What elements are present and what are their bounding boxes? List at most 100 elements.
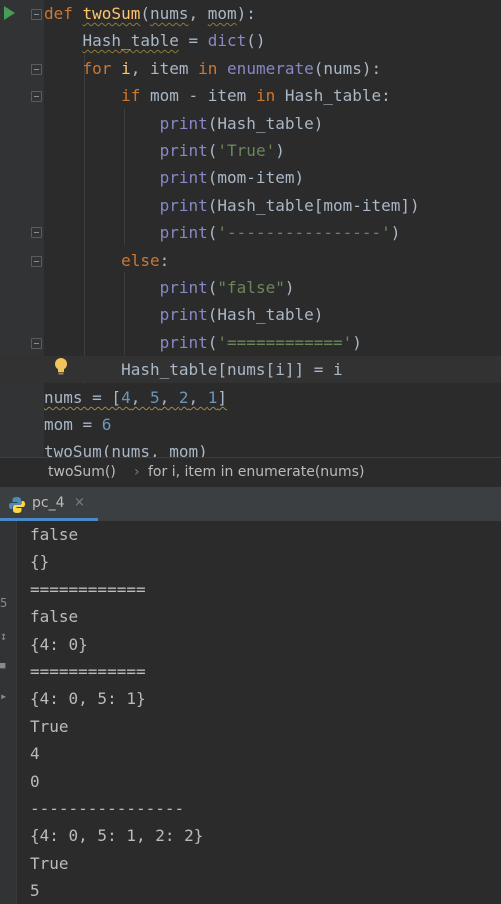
code-line-text: print('True') bbox=[44, 137, 285, 164]
console-line: True bbox=[30, 854, 69, 873]
code-token: 4 bbox=[121, 388, 131, 407]
code-line-text: mom = 6 bbox=[44, 411, 111, 438]
code-token: : bbox=[159, 251, 170, 270]
code-line[interactable]: for i, item in enumerate(nums): bbox=[0, 55, 501, 82]
code-line[interactable]: else: bbox=[0, 247, 501, 274]
code-token: print bbox=[159, 196, 208, 215]
code-line[interactable]: nums = [4, 5, 2, 1] bbox=[0, 384, 501, 411]
code-token: (mom-item) bbox=[207, 168, 305, 187]
console-output[interactable]: 5 ↕ ■ ▸ false {} ============ false {4: 0} ==… bbox=[0, 521, 501, 904]
code-editor[interactable]: def twoSum(nums, mom): Hash_table = dict… bbox=[0, 0, 501, 457]
code-token: Hash_table bbox=[82, 31, 179, 50]
code-line[interactable]: print('----------------') bbox=[0, 219, 501, 246]
code-token: mom bbox=[207, 4, 237, 23]
console-line: {4: 0, 5: 1} bbox=[30, 689, 146, 708]
code-line[interactable]: print(Hash_table) bbox=[0, 110, 501, 137]
code-token: nums = [ bbox=[44, 388, 122, 407]
code-line[interactable]: print('True') bbox=[0, 137, 501, 164]
code-token: '----------------' bbox=[217, 223, 391, 242]
console-line: ============ bbox=[30, 580, 146, 599]
code-line[interactable]: print(Hash_table[mom-item]) bbox=[0, 192, 501, 219]
code-token: (Hash_table) bbox=[207, 114, 324, 133]
lightbulb-icon[interactable] bbox=[53, 357, 69, 375]
code-token: print bbox=[159, 278, 208, 297]
code-token: , bbox=[188, 388, 208, 407]
code-token: twoSum(nums, mom) bbox=[44, 442, 208, 457]
code-token: in bbox=[255, 86, 285, 105]
console-line: {4: 0} bbox=[30, 635, 88, 654]
console-line: 4 bbox=[30, 744, 40, 763]
code-token: for bbox=[82, 59, 122, 78]
console-line: {} bbox=[30, 552, 50, 571]
code-token: print bbox=[159, 305, 208, 324]
console-line: {4: 0, 5: 1, 2: 2} bbox=[30, 826, 204, 845]
breadcrumb: twoSum() › for i, item in enumerate(nums… bbox=[0, 457, 501, 488]
code-line-text: print(Hash_table) bbox=[44, 110, 324, 137]
code-token: print bbox=[159, 333, 208, 352]
code-line-text: print('----------------') bbox=[44, 219, 401, 246]
code-token: 1 bbox=[207, 388, 218, 407]
console-line: True bbox=[30, 717, 69, 736]
code-token: = bbox=[178, 31, 208, 50]
code-token: Hash_table[nums[ bbox=[121, 360, 276, 379]
code-token: in bbox=[198, 59, 228, 78]
code-line-text: for i, item in enumerate(nums): bbox=[44, 55, 382, 82]
code-token: else bbox=[121, 251, 160, 270]
console-gutter: 5 ↕ ■ ▸ bbox=[0, 521, 17, 904]
code-line[interactable]: print("false") bbox=[0, 274, 501, 301]
code-token: (nums): bbox=[313, 59, 382, 78]
code-line[interactable]: Hash_table[nums[i]] = i bbox=[0, 356, 501, 383]
code-token: def bbox=[44, 4, 83, 23]
code-line[interactable]: twoSum(nums, mom) bbox=[0, 438, 501, 457]
code-line-text: print('============') bbox=[44, 329, 362, 356]
code-token: (Hash_table) bbox=[207, 305, 324, 324]
code-line-text: else: bbox=[44, 247, 169, 274]
code-line-text: print("false") bbox=[44, 274, 295, 301]
code-token: enumerate bbox=[227, 59, 314, 78]
code-token: ) bbox=[352, 333, 362, 352]
code-token: ( bbox=[207, 141, 218, 160]
code-line[interactable]: Hash_table = dict() bbox=[0, 27, 501, 54]
code-line[interactable]: def twoSum(nums, mom): bbox=[0, 0, 501, 27]
code-token: Hash_table: bbox=[284, 86, 391, 105]
code-token: "false" bbox=[217, 278, 285, 297]
code-token: dict bbox=[207, 31, 247, 50]
code-token: twoSum bbox=[82, 4, 141, 23]
console-line: false bbox=[30, 607, 79, 626]
run-tab-pc-4[interactable]: pc_4 × bbox=[0, 487, 98, 521]
code-token: , bbox=[159, 388, 179, 407]
gutter-mark: ■ bbox=[0, 661, 6, 671]
breadcrumb-loop[interactable]: for i, item in enumerate(nums) bbox=[148, 464, 364, 480]
code-line[interactable]: if mom - item in Hash_table: bbox=[0, 82, 501, 109]
code-line[interactable]: print(Hash_table) bbox=[0, 301, 501, 328]
breadcrumb-function[interactable]: twoSum() bbox=[48, 464, 116, 480]
code-line-text: Hash_table[nums[i]] = i bbox=[44, 356, 343, 383]
close-icon[interactable]: × bbox=[74, 495, 85, 510]
python-icon bbox=[9, 497, 25, 513]
code-token: , bbox=[130, 388, 150, 407]
code-token: ) bbox=[284, 278, 295, 297]
code-token: ) bbox=[275, 141, 285, 160]
code-token: '============' bbox=[217, 333, 353, 352]
run-tool-window-tabs: pc_4 × bbox=[0, 487, 501, 522]
console-line: false bbox=[30, 525, 79, 544]
code-token: ( bbox=[140, 4, 150, 23]
code-line[interactable]: print('============') bbox=[0, 329, 501, 356]
code-token: ] bbox=[217, 388, 228, 407]
gutter-mark: ▸ bbox=[0, 689, 8, 703]
code-line[interactable]: print(mom-item) bbox=[0, 164, 501, 191]
code-token: ( bbox=[207, 223, 218, 242]
code-token: 'True' bbox=[217, 141, 276, 160]
code-line-text: twoSum(nums, mom) bbox=[44, 438, 208, 457]
code-line[interactable]: mom = 6 bbox=[0, 411, 501, 438]
code-line-text: if mom - item in Hash_table: bbox=[44, 82, 391, 109]
code-token: ]] = i bbox=[284, 360, 343, 379]
code-token: () bbox=[246, 31, 266, 50]
